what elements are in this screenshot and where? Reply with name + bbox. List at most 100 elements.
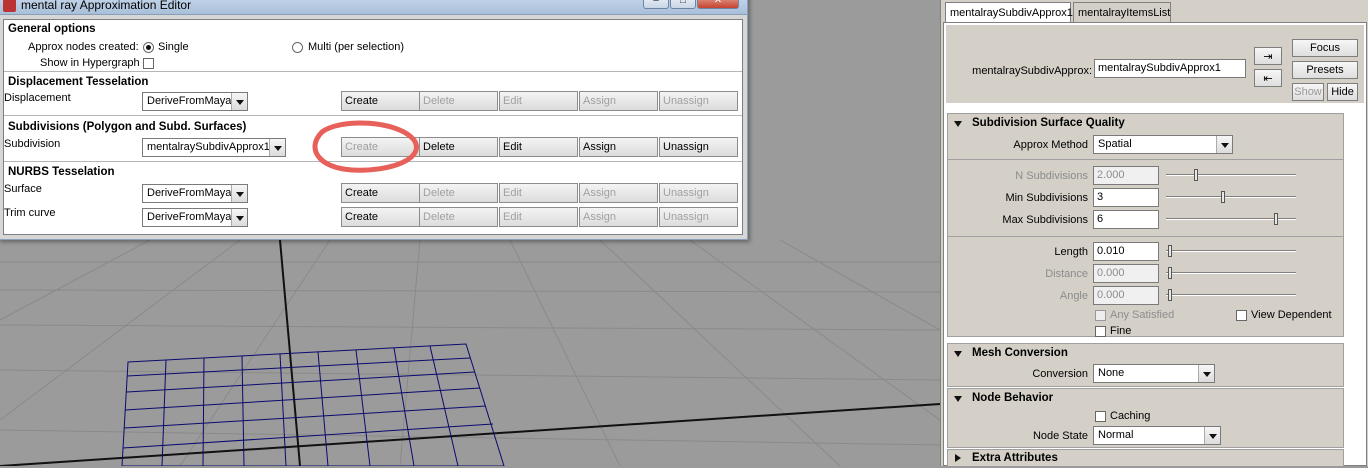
presets-button[interactable]: Presets bbox=[1292, 61, 1358, 79]
chevron-down-icon bbox=[269, 139, 285, 156]
subdivision-assign-button[interactable]: Assign bbox=[579, 137, 658, 157]
length-field[interactable]: 0.010 bbox=[1093, 242, 1159, 261]
subdivision-unassign-button[interactable]: Unassign bbox=[659, 137, 738, 157]
subdivision-delete-button[interactable]: Delete bbox=[419, 137, 498, 157]
approximation-editor-window: mental ray Approximation Editor – □ ✕ Ge… bbox=[0, 0, 748, 240]
displacement-assign-button[interactable]: Assign bbox=[579, 91, 658, 111]
distance-label: Distance bbox=[1045, 268, 1088, 280]
displacement-dropdown[interactable]: DeriveFromMaya bbox=[142, 92, 248, 111]
collapse-arrow-icon bbox=[954, 351, 962, 357]
conversion-dropdown[interactable]: None bbox=[1093, 364, 1215, 383]
close-button[interactable]: ✕ bbox=[697, 0, 739, 9]
subdivision-create-button[interactable]: Create bbox=[341, 137, 420, 157]
maximize-button[interactable]: □ bbox=[670, 0, 696, 9]
subdivisions-section: Subdivisions (Polygon and Subd. Surfaces… bbox=[4, 116, 742, 162]
max-subdivisions-field[interactable]: 6 bbox=[1093, 210, 1159, 229]
extra-attributes-frame: Extra Attributes bbox=[947, 449, 1344, 466]
angle-field[interactable]: 0.000 bbox=[1093, 286, 1159, 305]
chevron-down-icon bbox=[231, 209, 247, 226]
chevron-down-icon bbox=[231, 185, 247, 202]
displacement-unassign-button[interactable]: Unassign bbox=[659, 91, 738, 111]
trim-assign-button[interactable]: Assign bbox=[579, 207, 658, 227]
view-dependent-checkbox[interactable] bbox=[1236, 310, 1247, 321]
window-titlebar[interactable]: mental ray Approximation Editor – □ ✕ bbox=[0, 0, 747, 15]
multi-radio[interactable] bbox=[292, 42, 303, 53]
frame-header[interactable]: Node Behavior bbox=[948, 390, 1343, 408]
angle-slider[interactable] bbox=[1166, 289, 1296, 301]
editor-body: General options Approx nodes created: Si… bbox=[3, 19, 743, 235]
node-behavior-frame: Node Behavior Caching Node State Normal bbox=[947, 388, 1344, 448]
frame-header[interactable]: Extra Attributes bbox=[948, 450, 1343, 468]
surface-create-button[interactable]: Create bbox=[341, 183, 420, 203]
n-subdivisions-slider[interactable] bbox=[1166, 169, 1296, 181]
any-satisfied-checkbox[interactable] bbox=[1095, 310, 1106, 321]
single-label: Single bbox=[158, 41, 189, 53]
frame-header[interactable]: Mesh Conversion bbox=[948, 345, 1343, 363]
attribute-editor-content: mentalraySubdivApprox: mentalraySubdivAp… bbox=[943, 22, 1367, 466]
trim-unassign-button[interactable]: Unassign bbox=[659, 207, 738, 227]
frame-title: Node Behavior bbox=[972, 392, 1054, 404]
trim-create-button[interactable]: Create bbox=[341, 207, 420, 227]
trim-curve-label: Trim curve bbox=[4, 207, 56, 219]
any-satisfied-label: Any Satisfied bbox=[1110, 309, 1175, 321]
surface-assign-button[interactable]: Assign bbox=[579, 183, 658, 203]
subdivision-label: Subdivision bbox=[4, 138, 61, 150]
hypergraph-label: Show in Hypergraph bbox=[40, 57, 140, 69]
surface-dropdown[interactable]: DeriveFromMaya bbox=[142, 184, 248, 203]
tab-items-list[interactable]: mentalrayItemsList bbox=[1073, 2, 1171, 22]
displacement-create-button[interactable]: Create bbox=[341, 91, 420, 111]
displacement-delete-button[interactable]: Delete bbox=[419, 91, 498, 111]
frame-header[interactable]: Subdivision Surface Quality bbox=[948, 115, 1343, 133]
general-options-section: General options Approx nodes created: Si… bbox=[4, 20, 742, 72]
section-title: Displacement Tesselation bbox=[8, 76, 149, 88]
view-dependent-label: View Dependent bbox=[1251, 309, 1332, 321]
subdivision-edit-button[interactable]: Edit bbox=[499, 137, 578, 157]
hypergraph-checkbox[interactable] bbox=[143, 58, 154, 69]
tab-subdiv-approx[interactable]: mentalraySubdivApprox1 bbox=[945, 2, 1073, 23]
node-name-label: mentalraySubdivApprox: bbox=[972, 65, 1092, 77]
caching-checkbox[interactable] bbox=[1095, 411, 1106, 422]
subdivision-dropdown[interactable]: mentalraySubdivApprox1 bbox=[142, 138, 286, 157]
distance-slider[interactable] bbox=[1166, 267, 1296, 279]
trim-curve-dropdown[interactable]: DeriveFromMaya bbox=[142, 208, 248, 227]
trim-delete-button[interactable]: Delete bbox=[419, 207, 498, 227]
approx-method-dropdown[interactable]: Spatial bbox=[1093, 135, 1233, 154]
mesh-conversion-frame: Mesh Conversion Conversion None bbox=[947, 343, 1344, 387]
min-subdivisions-slider[interactable] bbox=[1166, 191, 1296, 203]
show-button[interactable]: Show bbox=[1292, 83, 1324, 101]
node-name-field[interactable]: mentalraySubdivApprox1 bbox=[1094, 59, 1246, 78]
viewport[interactable]: mental ray Approximation Editor – □ ✕ Ge… bbox=[0, 0, 940, 466]
input-connection-icon[interactable]: ⇥ bbox=[1254, 47, 1282, 65]
trim-edit-button[interactable]: Edit bbox=[499, 207, 578, 227]
surface-unassign-button[interactable]: Unassign bbox=[659, 183, 738, 203]
section-title: Subdivisions (Polygon and Subd. Surfaces… bbox=[8, 121, 247, 133]
focus-button[interactable]: Focus bbox=[1292, 39, 1358, 57]
displacement-edit-button[interactable]: Edit bbox=[499, 91, 578, 111]
distance-field[interactable]: 0.000 bbox=[1093, 264, 1159, 283]
n-subdivisions-label: N Subdivisions bbox=[1015, 170, 1088, 182]
min-subdivisions-field[interactable]: 3 bbox=[1093, 188, 1159, 207]
approx-method-label: Approx Method bbox=[1013, 139, 1088, 151]
surface-edit-button[interactable]: Edit bbox=[499, 183, 578, 203]
minimize-button[interactable]: – bbox=[643, 0, 669, 9]
length-slider[interactable] bbox=[1166, 245, 1296, 257]
divider bbox=[948, 236, 1343, 237]
n-subdivisions-field[interactable]: 2.000 bbox=[1093, 166, 1159, 185]
node-header: mentalraySubdivApprox: mentalraySubdivAp… bbox=[946, 25, 1364, 103]
hide-button[interactable]: Hide bbox=[1327, 83, 1358, 101]
section-title: General options bbox=[8, 23, 96, 35]
section-title: NURBS Tesselation bbox=[8, 166, 115, 178]
single-radio[interactable] bbox=[143, 42, 154, 53]
fine-label: Fine bbox=[1110, 325, 1132, 337]
length-label: Length bbox=[1054, 246, 1088, 258]
chevron-down-icon bbox=[1198, 365, 1214, 382]
node-state-dropdown[interactable]: Normal bbox=[1093, 426, 1221, 445]
multi-label: Multi (per selection) bbox=[308, 41, 404, 53]
fine-checkbox[interactable] bbox=[1095, 326, 1106, 337]
min-subdivisions-label: Min Subdivisions bbox=[1005, 192, 1088, 204]
chevron-down-icon bbox=[1204, 427, 1220, 444]
surface-delete-button[interactable]: Delete bbox=[419, 183, 498, 203]
divider bbox=[948, 159, 1343, 160]
max-subdivisions-slider[interactable] bbox=[1166, 213, 1296, 225]
output-connection-icon[interactable]: ⇤ bbox=[1254, 69, 1282, 87]
